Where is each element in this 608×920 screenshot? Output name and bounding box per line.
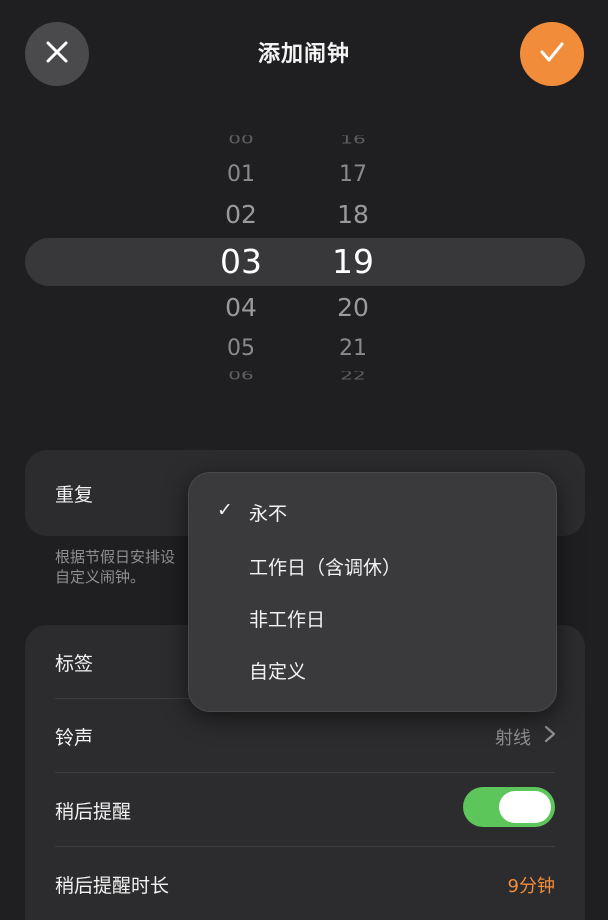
confirm-button[interactable] <box>520 22 584 86</box>
minute-option[interactable]: 22 <box>313 371 393 381</box>
menu-item-custom[interactable]: 自定义 <box>189 643 556 695</box>
hour-option[interactable]: 05 <box>201 336 281 361</box>
page-title: 添加闹钟 <box>257 42 350 67</box>
menu-item-non-workdays[interactable]: 非工作日 <box>189 591 556 643</box>
checkmark-icon <box>537 37 567 71</box>
menu-item-label: 自定义 <box>249 661 307 683</box>
hour-option[interactable]: 00 <box>201 135 281 145</box>
snooze-duration-label: 稍后提醒时长 <box>55 875 170 897</box>
selected-minute[interactable]: 19 <box>313 242 393 281</box>
hour-option[interactable]: 06 <box>201 371 281 381</box>
toggle-knob <box>499 791 551 823</box>
snooze-duration-row[interactable]: 稍后提醒时长 9分钟 <box>25 847 585 920</box>
minute-option[interactable]: 16 <box>313 135 393 145</box>
chevron-right-icon <box>543 724 557 744</box>
checkmark-icon: ✓ <box>217 499 233 521</box>
hour-option[interactable]: 02 <box>201 200 281 229</box>
menu-item-never[interactable]: ✓ 永不 <box>189 485 556 537</box>
selected-hour[interactable]: 03 <box>201 242 281 281</box>
repeat-label: 重复 <box>55 484 94 506</box>
minute-option[interactable]: 17 <box>313 162 393 187</box>
menu-item-label: 非工作日 <box>249 609 326 631</box>
minute-wheel[interactable]: 16 17 18 19 20 21 22 <box>313 130 393 390</box>
minute-option[interactable]: 20 <box>313 293 393 322</box>
menu-item-label: 永不 <box>249 503 288 525</box>
snooze-label: 稍后提醒 <box>55 801 132 823</box>
menu-item-workdays[interactable]: 工作日（含调休） <box>189 539 556 591</box>
ringtone-value: 射线 <box>495 728 531 749</box>
repeat-dropdown-menu: ✓ 永不 工作日（含调休） 非工作日 自定义 <box>188 472 557 712</box>
label-row-label: 标签 <box>55 653 94 675</box>
hour-option[interactable]: 04 <box>201 293 281 322</box>
snooze-duration-value: 9分钟 <box>507 876 555 897</box>
ringtone-label: 铃声 <box>55 727 94 749</box>
hour-wheel[interactable]: 00 01 02 03 04 05 06 <box>201 130 281 390</box>
add-alarm-screen: 添加闹钟 00 01 02 03 04 05 06 16 17 18 19 20… <box>0 0 608 920</box>
snooze-toggle[interactable] <box>463 787 555 827</box>
hour-option[interactable]: 01 <box>201 162 281 187</box>
minute-option[interactable]: 21 <box>313 336 393 361</box>
menu-item-label: 工作日（含调休） <box>249 557 402 579</box>
picker-selection-band <box>25 238 585 286</box>
minute-option[interactable]: 18 <box>313 200 393 229</box>
